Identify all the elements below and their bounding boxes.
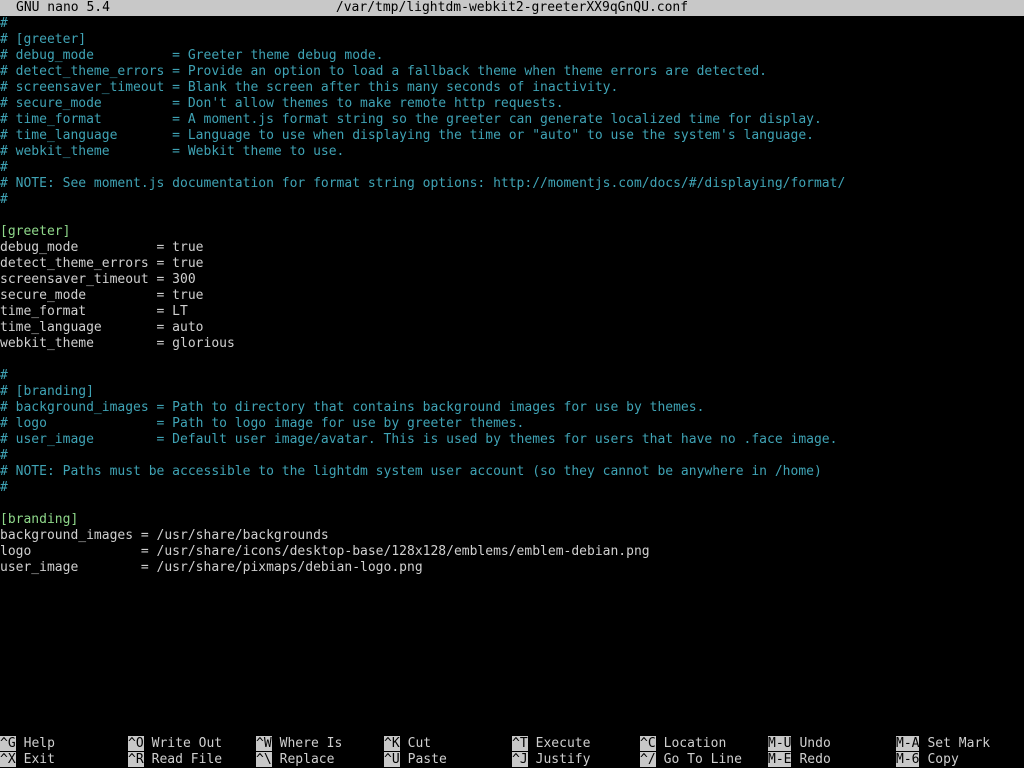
shortcut-label: Justify	[535, 752, 591, 767]
editor-line[interactable]: #	[0, 16, 1024, 32]
shortcut-label: Where Is	[279, 736, 343, 751]
text-editor-area[interactable]: # # [greeter] # debug_mode = Greeter the…	[0, 16, 1024, 736]
shortcut-key: ^/	[640, 752, 656, 767]
shortcut-justify[interactable]: ^J Justify	[512, 752, 590, 768]
shortcut-location[interactable]: ^C Location	[640, 736, 726, 752]
editor-line[interactable]: #	[0, 368, 1024, 384]
shortcut-redo[interactable]: M-E Redo	[768, 752, 831, 768]
shortcut-bar: ^G Help ^O Write Out ^W Where Is ^K Cut ^T Ex…	[0, 736, 1024, 768]
shortcut-label: Read File	[151, 752, 223, 767]
shortcut-key: M-E	[768, 752, 792, 767]
editor-line[interactable]: #	[0, 448, 1024, 464]
editor-line[interactable]: # logo = Path to logo image for use by g…	[0, 416, 1024, 432]
shortcut-key: ^K	[384, 736, 400, 751]
editor-line[interactable]: # user_image = Default user image/avatar…	[0, 432, 1024, 448]
shortcut-label: Undo	[799, 736, 831, 751]
editor-line[interactable]: # time_language = Language to use when d…	[0, 128, 1024, 144]
shortcut-set-mark[interactable]: M-A Set Mark	[896, 736, 990, 752]
shortcut-label: Redo	[799, 752, 831, 767]
shortcut-key: ^\	[256, 752, 272, 767]
shortcut-label: Execute	[535, 736, 591, 751]
shortcut-key: ^W	[256, 736, 272, 751]
editor-line[interactable]	[0, 496, 1024, 512]
shortcut-cut[interactable]: ^K Cut	[384, 736, 431, 752]
editor-line[interactable]: #	[0, 160, 1024, 176]
editor-line[interactable]: debug_mode = true	[0, 240, 1024, 256]
shortcut-label: Copy	[927, 752, 959, 767]
editor-line[interactable]: background_images = /usr/share/backgroun…	[0, 528, 1024, 544]
editor-line[interactable]: secure_mode = true	[0, 288, 1024, 304]
shortcut-key: M-A	[896, 736, 920, 751]
shortcut-label: Replace	[279, 752, 335, 767]
editor-line[interactable]: # detect_theme_errors = Provide an optio…	[0, 64, 1024, 80]
shortcut-key: ^R	[128, 752, 144, 767]
shortcut-label: Location	[663, 736, 727, 751]
editor-line[interactable]: [branding]	[0, 512, 1024, 528]
editor-line[interactable]: # [greeter]	[0, 32, 1024, 48]
editor-line[interactable]	[0, 352, 1024, 368]
editor-line[interactable]: # NOTE: Paths must be accessible to the …	[0, 464, 1024, 480]
shortcut-execute[interactable]: ^T Execute	[512, 736, 590, 752]
editor-line[interactable]: # secure_mode = Don't allow themes to ma…	[0, 96, 1024, 112]
shortcut-where-is[interactable]: ^W Where Is	[256, 736, 342, 752]
shortcut-key: ^G	[0, 736, 16, 751]
editor-line[interactable]: logo = /usr/share/icons/desktop-base/128…	[0, 544, 1024, 560]
editor-line[interactable]: # screensaver_timeout = Blank the screen…	[0, 80, 1024, 96]
shortcut-help[interactable]: ^G Help	[0, 736, 55, 752]
shortcut-read-file[interactable]: ^R Read File	[128, 752, 222, 768]
shortcut-label: Cut	[407, 736, 432, 751]
editor-line[interactable]: webkit_theme = glorious	[0, 336, 1024, 352]
shortcut-undo[interactable]: M-U Undo	[768, 736, 831, 752]
shortcut-key: ^U	[384, 752, 400, 767]
shortcut-key: M-U	[768, 736, 792, 751]
shortcut-paste[interactable]: ^U Paste	[384, 752, 447, 768]
shortcut-label: Write Out	[151, 736, 223, 751]
shortcut-write-out[interactable]: ^O Write Out	[128, 736, 222, 752]
shortcut-key: ^X	[0, 752, 16, 767]
shortcut-label: Exit	[23, 752, 55, 767]
shortcut-key: ^J	[512, 752, 528, 767]
shortcut-label: Set Mark	[927, 736, 991, 751]
editor-line[interactable]: detect_theme_errors = true	[0, 256, 1024, 272]
editor-line[interactable]: # background_images = Path to directory …	[0, 400, 1024, 416]
editor-line[interactable]: user_image = /usr/share/pixmaps/debian-l…	[0, 560, 1024, 576]
shortcut-replace[interactable]: ^\ Replace	[256, 752, 334, 768]
editor-line[interactable]: time_format = LT	[0, 304, 1024, 320]
shortcut-key: ^T	[512, 736, 528, 751]
shortcut-label: Go To Line	[663, 752, 742, 767]
shortcut-key: ^C	[640, 736, 656, 751]
editor-line[interactable]: # time_format = A moment.js format strin…	[0, 112, 1024, 128]
shortcut-label: Help	[23, 736, 55, 751]
shortcut-exit[interactable]: ^X Exit	[0, 752, 55, 768]
editor-line[interactable]: #	[0, 192, 1024, 208]
shortcut-go-to-line[interactable]: ^/ Go To Line	[640, 752, 742, 768]
shortcut-label: Paste	[407, 752, 447, 767]
editor-line[interactable]: #	[0, 480, 1024, 496]
shortcut-copy[interactable]: M-6 Copy	[896, 752, 959, 768]
editor-line[interactable]: screensaver_timeout = 300	[0, 272, 1024, 288]
editor-line[interactable]	[0, 208, 1024, 224]
editor-line[interactable]: # debug_mode = Greeter theme debug mode.	[0, 48, 1024, 64]
editor-line[interactable]: time_language = auto	[0, 320, 1024, 336]
file-name: /var/tmp/lightdm-webkit2-greeterXX9qGnQU…	[335, 0, 689, 15]
editor-line[interactable]: # NOTE: See moment.js documentation for …	[0, 176, 1024, 192]
editor-line[interactable]: # [branding]	[0, 384, 1024, 400]
editor-line[interactable]: [greeter]	[0, 224, 1024, 240]
editor-line[interactable]: # webkit_theme = Webkit theme to use.	[0, 144, 1024, 160]
title-bar: GNU nano 5.4 /var/tmp/lightdm-webkit2-gr…	[0, 0, 1024, 16]
shortcut-key: ^O	[128, 736, 144, 751]
shortcut-key: M-6	[896, 752, 920, 767]
